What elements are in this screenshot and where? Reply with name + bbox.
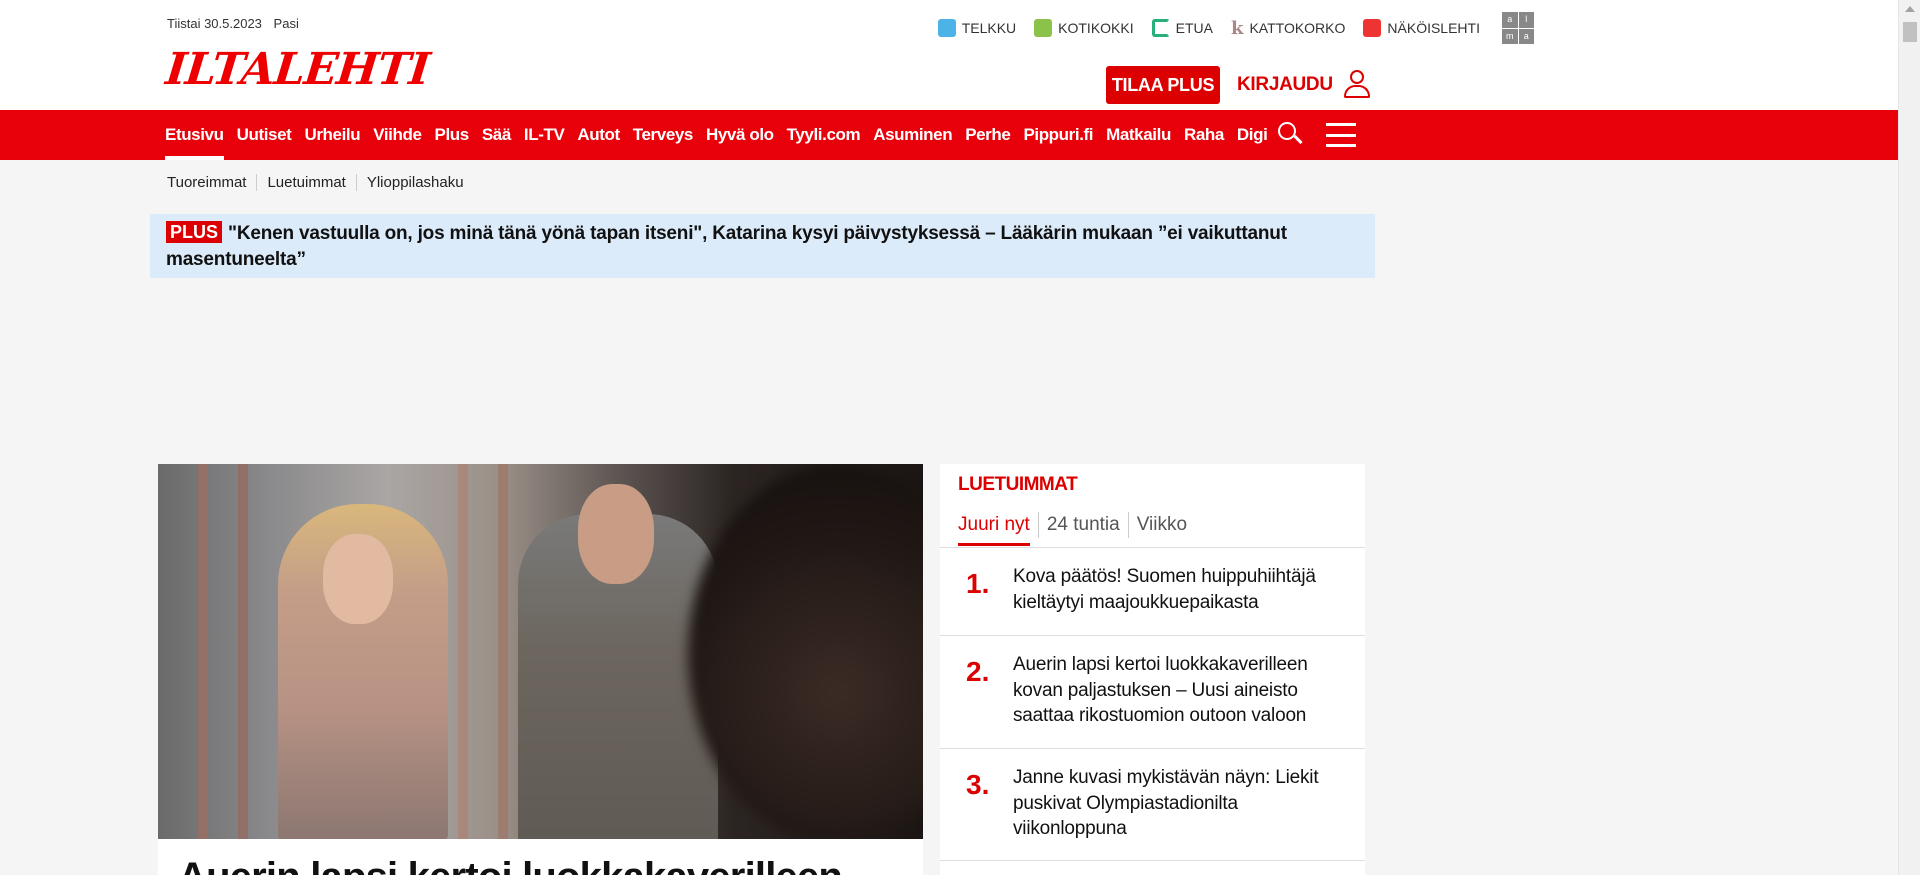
nav-item-perhe[interactable]: Perhe [965,110,1011,160]
service-links: TELKKU KOTIKOKKI ETUA k KATTOKORKO NÄKÖI… [937,12,1534,44]
login-label: KIRJAUDU [1237,74,1333,95]
subnav-item-ylioppilashaku[interactable]: Ylioppilashaku [355,174,474,191]
service-link-nakoislehti[interactable]: NÄKÖISLEHTI [1363,19,1480,37]
nav-item-il-tv[interactable]: IL-TV [524,110,565,160]
plus-badge: PLUS [166,221,223,243]
subscribe-plus-button[interactable]: TILAA PLUS [1106,66,1220,104]
current-date: Tiistai 30.5.2023 [167,16,262,31]
service-label: KOTIKOKKI [1058,20,1134,36]
kotikokki-icon [1034,19,1053,37]
main-article-image[interactable] [158,464,923,839]
most-read-widget: LUETUIMMAT Juuri nyt 24 tuntia Viikko 1.… [940,464,1365,875]
nav-item-viihde[interactable]: Viihde [373,110,422,160]
service-label: KATTOKORKO [1249,20,1346,36]
main-nav: Etusivu Uutiset Urheilu Viihde Plus Sää … [0,110,1898,160]
most-read-rank: 1. [966,568,990,599]
nav-item-urheilu[interactable]: Urheilu [304,110,360,160]
service-link-kotikokki[interactable]: KOTIKOKKI [1034,19,1134,37]
nav-item-digi[interactable]: Digi [1237,110,1268,160]
main-article-headline-box[interactable]: Auerin lapsi kertoi luokkakaverilleen [158,839,923,875]
nakoislehti-icon [1363,19,1382,37]
tab-juuri-nyt[interactable]: Juuri nyt [958,512,1038,546]
user-name[interactable]: Pasi [274,16,299,31]
login-button[interactable]: KIRJAUDU [1237,66,1371,104]
hamburger-menu-icon[interactable] [1326,123,1356,147]
nav-item-hyva-olo[interactable]: Hyvä olo [706,110,774,160]
sub-nav: Tuoreimmat Luetuimmat Ylioppilashaku [167,174,474,191]
kattokorko-icon: k [1230,17,1244,39]
most-read-item[interactable]: 1. Kova päätös! Suomen huippuhiihtäjä ki… [940,548,1365,636]
scroll-up-arrow-icon[interactable] [1905,6,1915,12]
main-article-headline[interactable]: Auerin lapsi kertoi luokkakaverilleen [178,855,843,875]
nav-item-matkailu[interactable]: Matkailu [1106,110,1171,160]
site-header: Tiistai 30.5.2023 Pasi ILTALEHTI TELKKU … [0,0,1898,110]
plus-article-title[interactable]: "Kenen vastuulla on, jos minä tänä yönä … [166,223,1287,270]
nav-items: Etusivu Uutiset Urheilu Viihde Plus Sää … [165,110,1268,160]
alma-logo[interactable]: alma [1502,12,1534,44]
service-label: TELKKU [961,20,1017,36]
most-read-item[interactable]: 2. Auerin lapsi kertoi luokkakaverilleen… [940,636,1365,749]
tab-viikko[interactable]: Viikko [1127,512,1195,538]
scroll-thumb[interactable] [1903,22,1917,42]
tab-24-tuntia[interactable]: 24 tuntia [1037,512,1128,538]
subnav-item-luetuimmat[interactable]: Luetuimmat [256,174,355,191]
etua-icon [1151,19,1170,37]
most-read-headline[interactable]: Janne kuvasi mykistävän näyn: Liekit pus… [1013,765,1353,842]
nav-item-autot[interactable]: Autot [577,110,620,160]
user-icon [1343,70,1371,100]
most-read-headline[interactable]: Auerin lapsi kertoi luokkakaverilleen ko… [1013,652,1353,729]
telkku-icon [937,19,956,37]
most-read-item[interactable]: 3. Janne kuvasi mykistävän näyn: Liekit … [940,749,1365,861]
service-link-etua[interactable]: ETUA [1151,19,1213,37]
nav-item-uutiset[interactable]: Uutiset [237,110,292,160]
page-scrollbar[interactable] [1898,0,1920,875]
nav-item-tyyli[interactable]: Tyyli.com [787,110,861,160]
service-link-telkku[interactable]: TELKKU [937,19,1017,37]
iltalehti-logo[interactable]: ILTALEHTI [163,44,431,95]
most-read-tabs: Juuri nyt 24 tuntia Viikko [958,512,1195,546]
search-icon[interactable] [1278,122,1304,148]
subnav-item-tuoreimmat[interactable]: Tuoreimmat [167,174,256,191]
most-read-rank: 2. [966,656,990,687]
plus-article-banner[interactable]: PLUS "Kenen vastuulla on, jos minä tänä y… [150,214,1375,278]
most-read-headline[interactable]: Kova päätös! Suomen huippuhiihtäjä kielt… [1013,564,1353,615]
nav-item-saa[interactable]: Sää [482,110,511,160]
nav-item-terveys[interactable]: Terveys [633,110,694,160]
most-read-rank: 3. [966,769,990,800]
nav-item-pippuri[interactable]: Pippuri.fi [1023,110,1093,160]
service-label: ETUA [1175,20,1213,36]
nav-item-etusivu[interactable]: Etusivu [165,110,224,160]
date-line: Tiistai 30.5.2023 Pasi [167,16,307,31]
nav-item-plus[interactable]: Plus [435,110,470,160]
service-link-kattokorko[interactable]: k KATTOKORKO [1231,18,1345,39]
service-label: NÄKÖISLEHTI [1387,20,1480,36]
most-read-title: LUETUIMMAT [958,474,1078,495]
nav-item-raha[interactable]: Raha [1184,110,1224,160]
nav-item-asuminen[interactable]: Asuminen [873,110,952,160]
